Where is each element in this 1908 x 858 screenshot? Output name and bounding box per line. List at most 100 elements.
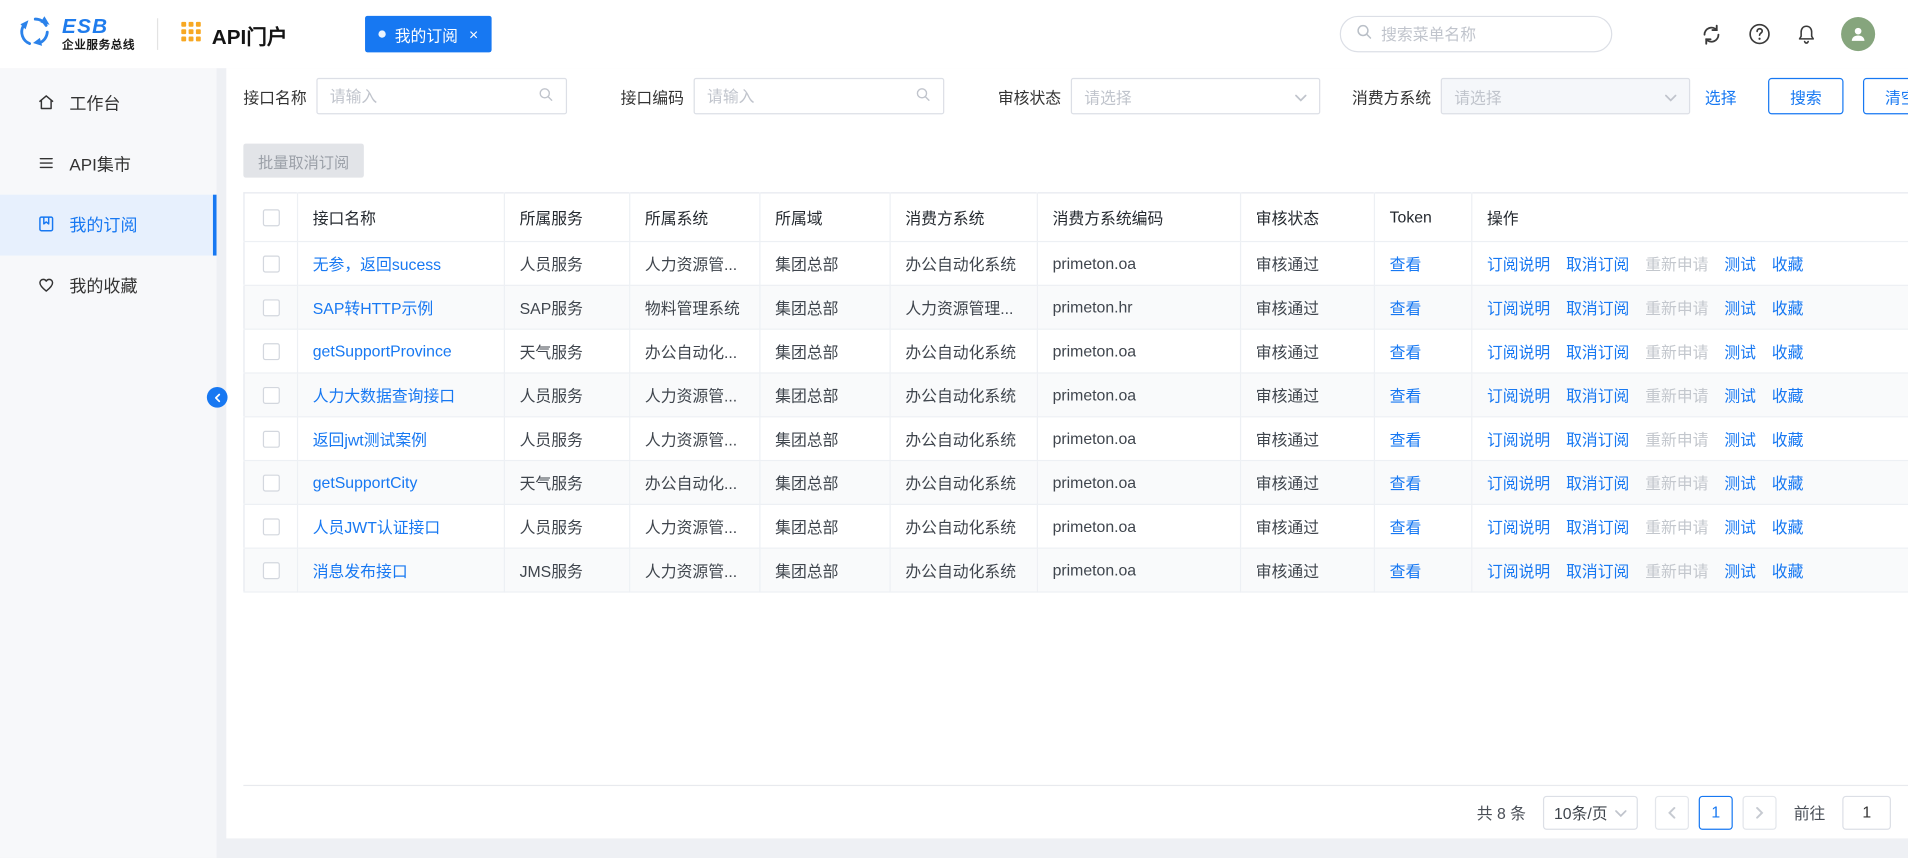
action-subscription-info-link[interactable]: 订阅说明 [1487, 387, 1550, 405]
action-unsubscribe-link[interactable]: 取消订阅 [1566, 299, 1629, 317]
token-view-link[interactable]: 查看 [1390, 256, 1422, 274]
tab-my-subscriptions[interactable]: 我的订阅 × [365, 16, 491, 53]
action-test-link[interactable]: 测试 [1724, 431, 1756, 449]
token-view-link[interactable]: 查看 [1390, 387, 1422, 405]
action-favorite-link[interactable]: 收藏 [1772, 431, 1804, 449]
select-all-checkbox[interactable] [262, 210, 279, 227]
row-checkbox[interactable] [262, 475, 279, 492]
col-header-actions: 操作 [1472, 193, 1908, 242]
action-subscription-info-link[interactable]: 订阅说明 [1487, 562, 1550, 580]
action-unsubscribe-link[interactable]: 取消订阅 [1566, 562, 1629, 580]
action-subscription-info-link[interactable]: 订阅说明 [1487, 431, 1550, 449]
next-page-button[interactable] [1743, 795, 1777, 829]
action-favorite-link[interactable]: 收藏 [1772, 475, 1804, 493]
sidebar-item-api-market[interactable]: API集市 [0, 134, 217, 195]
action-test-link[interactable]: 测试 [1724, 518, 1756, 536]
action-favorite-link[interactable]: 收藏 [1772, 387, 1804, 405]
action-subscription-info-link[interactable]: 订阅说明 [1487, 475, 1550, 493]
action-favorite-link[interactable]: 收藏 [1772, 343, 1804, 361]
row-checkbox[interactable] [262, 431, 279, 448]
domain-cell: 集团总部 [775, 299, 838, 317]
action-test-link[interactable]: 测试 [1724, 256, 1756, 274]
sidebar-item-workbench[interactable]: 工作台 [0, 73, 217, 134]
audit-status-select[interactable]: 请选择 [1071, 78, 1320, 115]
action-reapply-link: 重新申请 [1645, 299, 1708, 317]
batch-unsubscribe-button[interactable]: 批量取消订阅 [243, 144, 363, 178]
content-card: 接口名称 接口编码 审核状态 [226, 68, 1908, 838]
consumer-code-cell: primeton.hr [1053, 298, 1133, 316]
action-unsubscribe-link[interactable]: 取消订阅 [1566, 343, 1629, 361]
action-unsubscribe-link[interactable]: 取消订阅 [1566, 475, 1629, 493]
action-reapply-link: 重新申请 [1645, 431, 1708, 449]
token-view-link[interactable]: 查看 [1390, 475, 1422, 493]
action-favorite-link[interactable]: 收藏 [1772, 562, 1804, 580]
sidebar-item-my-favorites[interactable]: 我的收藏 [0, 256, 217, 317]
sync-icon[interactable] [1699, 21, 1725, 47]
collapse-sidebar-button[interactable] [207, 387, 228, 408]
action-favorite-link[interactable]: 收藏 [1772, 299, 1804, 317]
help-icon[interactable] [1747, 22, 1771, 46]
interface-name-link[interactable]: 返回jwt测试案例 [313, 431, 427, 449]
action-test-link[interactable]: 测试 [1724, 475, 1756, 493]
action-unsubscribe-link[interactable]: 取消订阅 [1566, 256, 1629, 274]
tab-close-icon[interactable]: × [469, 25, 478, 43]
token-view-link[interactable]: 查看 [1390, 299, 1422, 317]
action-favorite-link[interactable]: 收藏 [1772, 518, 1804, 536]
choose-consumer-system-link[interactable]: 选择 [1705, 85, 1737, 108]
interface-name-link[interactable]: SAP转HTTP示例 [313, 299, 433, 317]
row-checkbox[interactable] [262, 387, 279, 404]
action-test-link[interactable]: 测试 [1724, 299, 1756, 317]
bell-icon[interactable] [1795, 23, 1818, 46]
action-test-link[interactable]: 测试 [1724, 343, 1756, 361]
action-subscription-info-link[interactable]: 订阅说明 [1487, 343, 1550, 361]
table-row: 返回jwt测试案例人员服务人力资源管...集团总部办公自动化系统primeton… [244, 417, 1908, 461]
search-button[interactable]: 搜索 [1768, 78, 1843, 115]
consumer-code-cell: primeton.oa [1053, 430, 1137, 448]
action-subscription-info-link[interactable]: 订阅说明 [1487, 299, 1550, 317]
interface-name-link[interactable]: 人员JWT认证接口 [313, 518, 440, 536]
interface-name-link[interactable]: 消息发布接口 [313, 562, 408, 580]
interface-name-link[interactable]: 无参，返回sucess [313, 256, 441, 274]
row-checkbox[interactable] [262, 563, 279, 580]
sidebar-item-label: 我的订阅 [69, 213, 137, 237]
clear-button[interactable]: 清空 [1863, 78, 1908, 115]
action-subscription-info-link[interactable]: 订阅说明 [1487, 256, 1550, 274]
heart-icon [37, 274, 56, 297]
page-size-select[interactable]: 10条/页 [1543, 795, 1638, 829]
audit-status-cell: 审核通过 [1256, 387, 1319, 405]
token-view-link[interactable]: 查看 [1390, 562, 1422, 580]
page-number-button[interactable]: 1 [1699, 795, 1733, 829]
interface-name-link[interactable]: 人力大数据查询接口 [313, 387, 455, 405]
action-reapply-link: 重新申请 [1645, 343, 1708, 361]
action-unsubscribe-link[interactable]: 取消订阅 [1566, 431, 1629, 449]
token-view-link[interactable]: 查看 [1390, 518, 1422, 536]
pagination-bar: 共 8 条 10条/页 1 [243, 785, 1908, 839]
audit-status-cell: 审核通过 [1256, 343, 1319, 361]
prev-page-button[interactable] [1655, 795, 1689, 829]
action-unsubscribe-link[interactable]: 取消订阅 [1566, 387, 1629, 405]
row-checkbox[interactable] [262, 343, 279, 360]
system-cell: 人力资源管... [645, 518, 737, 536]
interface-code-input[interactable] [707, 87, 908, 105]
audit-status-cell: 审核通过 [1256, 518, 1319, 536]
row-checkbox[interactable] [262, 519, 279, 536]
col-header-token: Token [1374, 193, 1471, 242]
action-test-link[interactable]: 测试 [1724, 562, 1756, 580]
interface-name-link[interactable]: getSupportCity [313, 473, 418, 491]
consumer-system-cell: 办公自动化系统 [905, 518, 1016, 536]
row-checkbox[interactable] [262, 300, 279, 317]
sidebar-item-my-subscriptions[interactable]: 我的订阅 [0, 195, 217, 256]
token-view-link[interactable]: 查看 [1390, 343, 1422, 361]
action-favorite-link[interactable]: 收藏 [1772, 256, 1804, 274]
action-unsubscribe-link[interactable]: 取消订阅 [1566, 518, 1629, 536]
action-test-link[interactable]: 测试 [1724, 387, 1756, 405]
token-view-link[interactable]: 查看 [1390, 431, 1422, 449]
menu-search-input[interactable] [1381, 25, 1596, 43]
row-checkbox[interactable] [262, 256, 279, 273]
user-avatar[interactable] [1841, 17, 1875, 51]
action-subscription-info-link[interactable]: 订阅说明 [1487, 518, 1550, 536]
interface-name-link[interactable]: getSupportProvince [313, 342, 452, 360]
chevron-right-icon [1755, 806, 1765, 818]
interface-name-input[interactable] [330, 87, 531, 105]
goto-page-input[interactable] [1842, 795, 1891, 829]
